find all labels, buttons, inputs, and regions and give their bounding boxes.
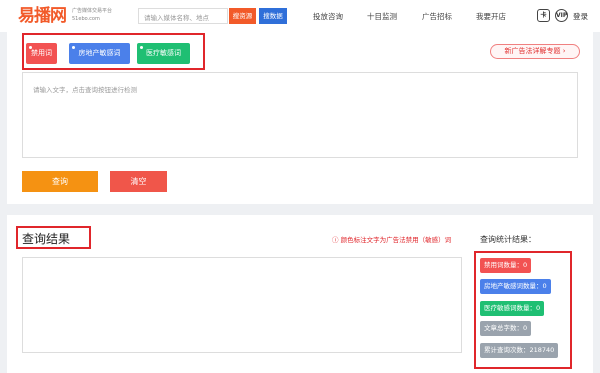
- stat-forbidden-count: 禁用词数量：0: [480, 258, 532, 273]
- vip-icon[interactable]: VIP: [555, 9, 568, 22]
- ad-law-special-link[interactable]: 新广告法详解专题 ›: [490, 44, 580, 59]
- logo-text: 易播网: [18, 6, 67, 26]
- tag-label: 禁用词: [31, 49, 52, 57]
- clear-button[interactable]: 清空: [110, 171, 167, 192]
- highlight-note: ⓘ 颜色标注文字为广告法禁用（敏感）词: [332, 236, 452, 244]
- search-data-button[interactable]: 搜数据: [259, 8, 287, 24]
- tag-realestate-words[interactable]: 房地产敏感词: [69, 43, 130, 64]
- nav-monitor[interactable]: 十目监测: [367, 11, 397, 22]
- stat-medical-count: 医疗敏感词数量：0: [480, 301, 545, 316]
- stat-total-queries: 累计查询次数：218740: [480, 343, 559, 358]
- search-media-button[interactable]: 搜资源: [229, 8, 256, 24]
- login-link[interactable]: 登录: [573, 11, 588, 22]
- text-input-area[interactable]: 请输入文字，点击查询按钮进行检测: [22, 72, 578, 158]
- stat-total-characters: 文章总字数：0: [480, 321, 532, 336]
- logo-tagline-text: 广告媒体交易平台: [72, 8, 113, 14]
- stat-realestate-count: 房地产敏感词数量：0: [480, 279, 551, 294]
- card-icon[interactable]: 卡: [537, 9, 550, 22]
- tag-forbidden-words[interactable]: 禁用词: [26, 43, 57, 64]
- logo-domain: 51ebo.com: [72, 16, 100, 22]
- tag-label: 房地产敏感词: [78, 49, 121, 57]
- tag-dot-icon: [72, 46, 75, 49]
- site-logo[interactable]: 易播网: [18, 4, 70, 28]
- nav-open-store[interactable]: 我要开店: [476, 11, 506, 22]
- nav-consult[interactable]: 投放咨询: [313, 11, 343, 22]
- search-input[interactable]: 请输入媒体名称、地点: [138, 8, 228, 24]
- tag-medical-words[interactable]: 医疗敏感词: [137, 43, 190, 64]
- tag-dot-icon: [140, 46, 143, 49]
- results-output-box: [22, 257, 462, 353]
- results-title: 查询结果: [22, 232, 71, 246]
- tag-dot-icon: [29, 46, 32, 49]
- logo-tagline: 广告媒体交易平台 51ebo.com: [72, 7, 112, 23]
- nav-bidding[interactable]: 广告招标: [422, 11, 452, 22]
- stats-title: 查询统计结果：: [480, 235, 536, 244]
- top-header: 易播网 广告媒体交易平台 51ebo.com 请输入媒体名称、地点 搜资源 搜数…: [0, 0, 600, 32]
- query-button[interactable]: 查询: [22, 171, 98, 192]
- tag-label: 医疗敏感词: [146, 49, 181, 57]
